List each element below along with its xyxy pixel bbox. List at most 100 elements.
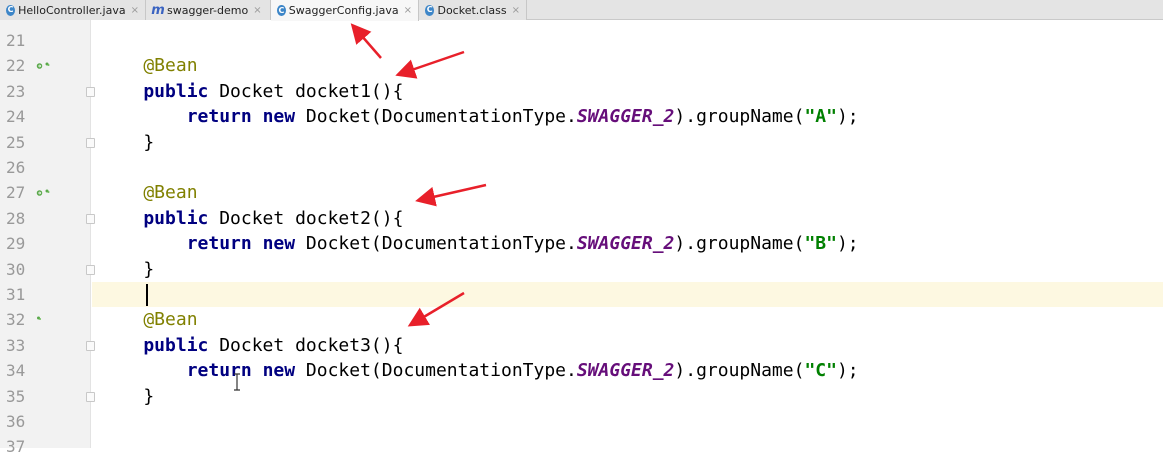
line-background: [92, 384, 1163, 409]
spring-bean-icon[interactable]: [36, 185, 52, 201]
code-line[interactable]: 26: [0, 155, 1163, 180]
line-number: 28: [6, 208, 26, 228]
code-token: );: [836, 106, 859, 128]
line-number: 34: [6, 361, 26, 381]
code-token: @Bean: [100, 182, 198, 204]
code-line[interactable]: 30 }: [0, 257, 1163, 282]
code-text: @Bean: [100, 180, 198, 205]
line-number: 22: [6, 56, 26, 76]
code-line[interactable]: 34 return new Docket(DocumentationType.S…: [0, 358, 1163, 383]
fold-marker-icon[interactable]: [86, 340, 95, 351]
class-icon: C: [277, 5, 286, 16]
code-line[interactable]: 36: [0, 409, 1163, 434]
tab-hello-controller[interactable]: C HelloController.java ×: [0, 0, 146, 20]
code-token: SWAGGER_2: [576, 106, 675, 128]
code-text: return new Docket(DocumentationType.SWAG…: [100, 358, 859, 383]
code-line[interactable]: 32 @Bean: [0, 307, 1163, 332]
tab-docket-class[interactable]: C Docket.class ×: [419, 0, 527, 20]
code-token: "A": [804, 106, 837, 128]
code-token: public: [100, 334, 209, 356]
code-token: Docket docket3(){: [208, 334, 404, 356]
line-background: [92, 53, 1163, 78]
code-text: return new Docket(DocumentationType.SWAG…: [100, 104, 859, 129]
fold-marker-icon[interactable]: [86, 86, 95, 97]
code-token: public: [100, 207, 209, 229]
line-background: [92, 409, 1163, 434]
text-caret: [146, 284, 148, 306]
fold-marker-icon[interactable]: [86, 137, 95, 148]
code-line[interactable]: 23 public Docket docket1(){: [0, 79, 1163, 104]
fold-marker-icon[interactable]: [86, 264, 95, 275]
code-token: }: [100, 385, 155, 407]
code-line[interactable]: 33 public Docket docket3(){: [0, 333, 1163, 358]
line-background: [92, 180, 1163, 205]
code-line[interactable]: 28 public Docket docket2(){: [0, 206, 1163, 231]
code-token: }: [100, 131, 155, 153]
line-number: 36: [6, 412, 26, 431]
code-text: @Bean: [100, 307, 198, 332]
code-token: "C": [804, 360, 837, 382]
code-token: Docket(DocumentationType.: [295, 233, 577, 255]
code-token: new: [262, 233, 296, 255]
code-token: Docket docket2(){: [208, 207, 404, 229]
line-number: 30: [6, 259, 26, 279]
line-number: 26: [6, 158, 26, 177]
code-line[interactable]: 25 }: [0, 130, 1163, 155]
line-background: [92, 130, 1163, 155]
code-text: return new Docket(DocumentationType.SWAG…: [100, 231, 859, 256]
line-number: 25: [6, 132, 26, 152]
code-token: new: [262, 360, 296, 382]
code-line[interactable]: 37: [0, 434, 1163, 459]
line-number: 29: [6, 234, 26, 254]
code-token: );: [836, 360, 859, 382]
editor-tab-bar: C HelloController.java × m swagger-demo …: [0, 0, 1163, 21]
spring-bean-icon[interactable]: [36, 58, 52, 74]
line-number: 24: [6, 107, 26, 127]
code-text: }: [100, 130, 154, 155]
code-line[interactable]: 29 return new Docket(DocumentationType.S…: [0, 231, 1163, 256]
close-icon[interactable]: ×: [131, 5, 139, 16]
spring-bean-icon[interactable]: [36, 312, 52, 328]
code-token: @Bean: [100, 309, 198, 331]
code-token: SWAGGER_2: [576, 233, 675, 255]
code-token: SWAGGER_2: [576, 360, 675, 382]
code-token: }: [100, 258, 155, 280]
code-token: new: [262, 106, 296, 128]
code-line[interactable]: 27 @Bean: [0, 180, 1163, 205]
line-number: 32: [6, 310, 26, 330]
code-line[interactable]: 31: [0, 282, 1163, 308]
code-token: ).groupName(: [674, 106, 805, 128]
fold-marker-icon[interactable]: [86, 391, 95, 402]
tab-swagger-config[interactable]: C SwaggerConfig.java ×: [271, 0, 419, 21]
tab-label: HelloController.java: [18, 3, 126, 17]
code-token: @Bean: [100, 55, 198, 77]
code-text: public Docket docket2(){: [100, 206, 403, 231]
code-token: return: [100, 233, 252, 255]
class-icon: C: [425, 4, 435, 16]
code-text: public Docket docket1(){: [100, 79, 403, 104]
line-background: [92, 307, 1163, 332]
line-number: 35: [6, 386, 26, 406]
line-number: 21: [6, 31, 26, 50]
code-line[interactable]: 24 return new Docket(DocumentationType.S…: [0, 104, 1163, 129]
code-line[interactable]: 22 @Bean: [0, 53, 1163, 78]
line-background: [92, 434, 1163, 459]
close-icon[interactable]: ×: [512, 5, 520, 16]
line-number: 27: [6, 183, 26, 203]
tab-label: Docket.class: [437, 3, 507, 17]
line-background: [92, 155, 1163, 180]
code-token: return: [100, 106, 252, 128]
close-icon[interactable]: ×: [404, 5, 412, 16]
line-number: 23: [6, 81, 26, 101]
module-icon: m: [151, 2, 165, 18]
line-background: [92, 257, 1163, 282]
close-icon[interactable]: ×: [253, 5, 261, 16]
line-number: 31: [6, 285, 26, 304]
code-line[interactable]: 35 }: [0, 384, 1163, 409]
fold-marker-icon[interactable]: [86, 213, 95, 224]
tab-swagger-demo[interactable]: m swagger-demo ×: [146, 0, 271, 20]
code-line[interactable]: 21: [0, 28, 1163, 53]
